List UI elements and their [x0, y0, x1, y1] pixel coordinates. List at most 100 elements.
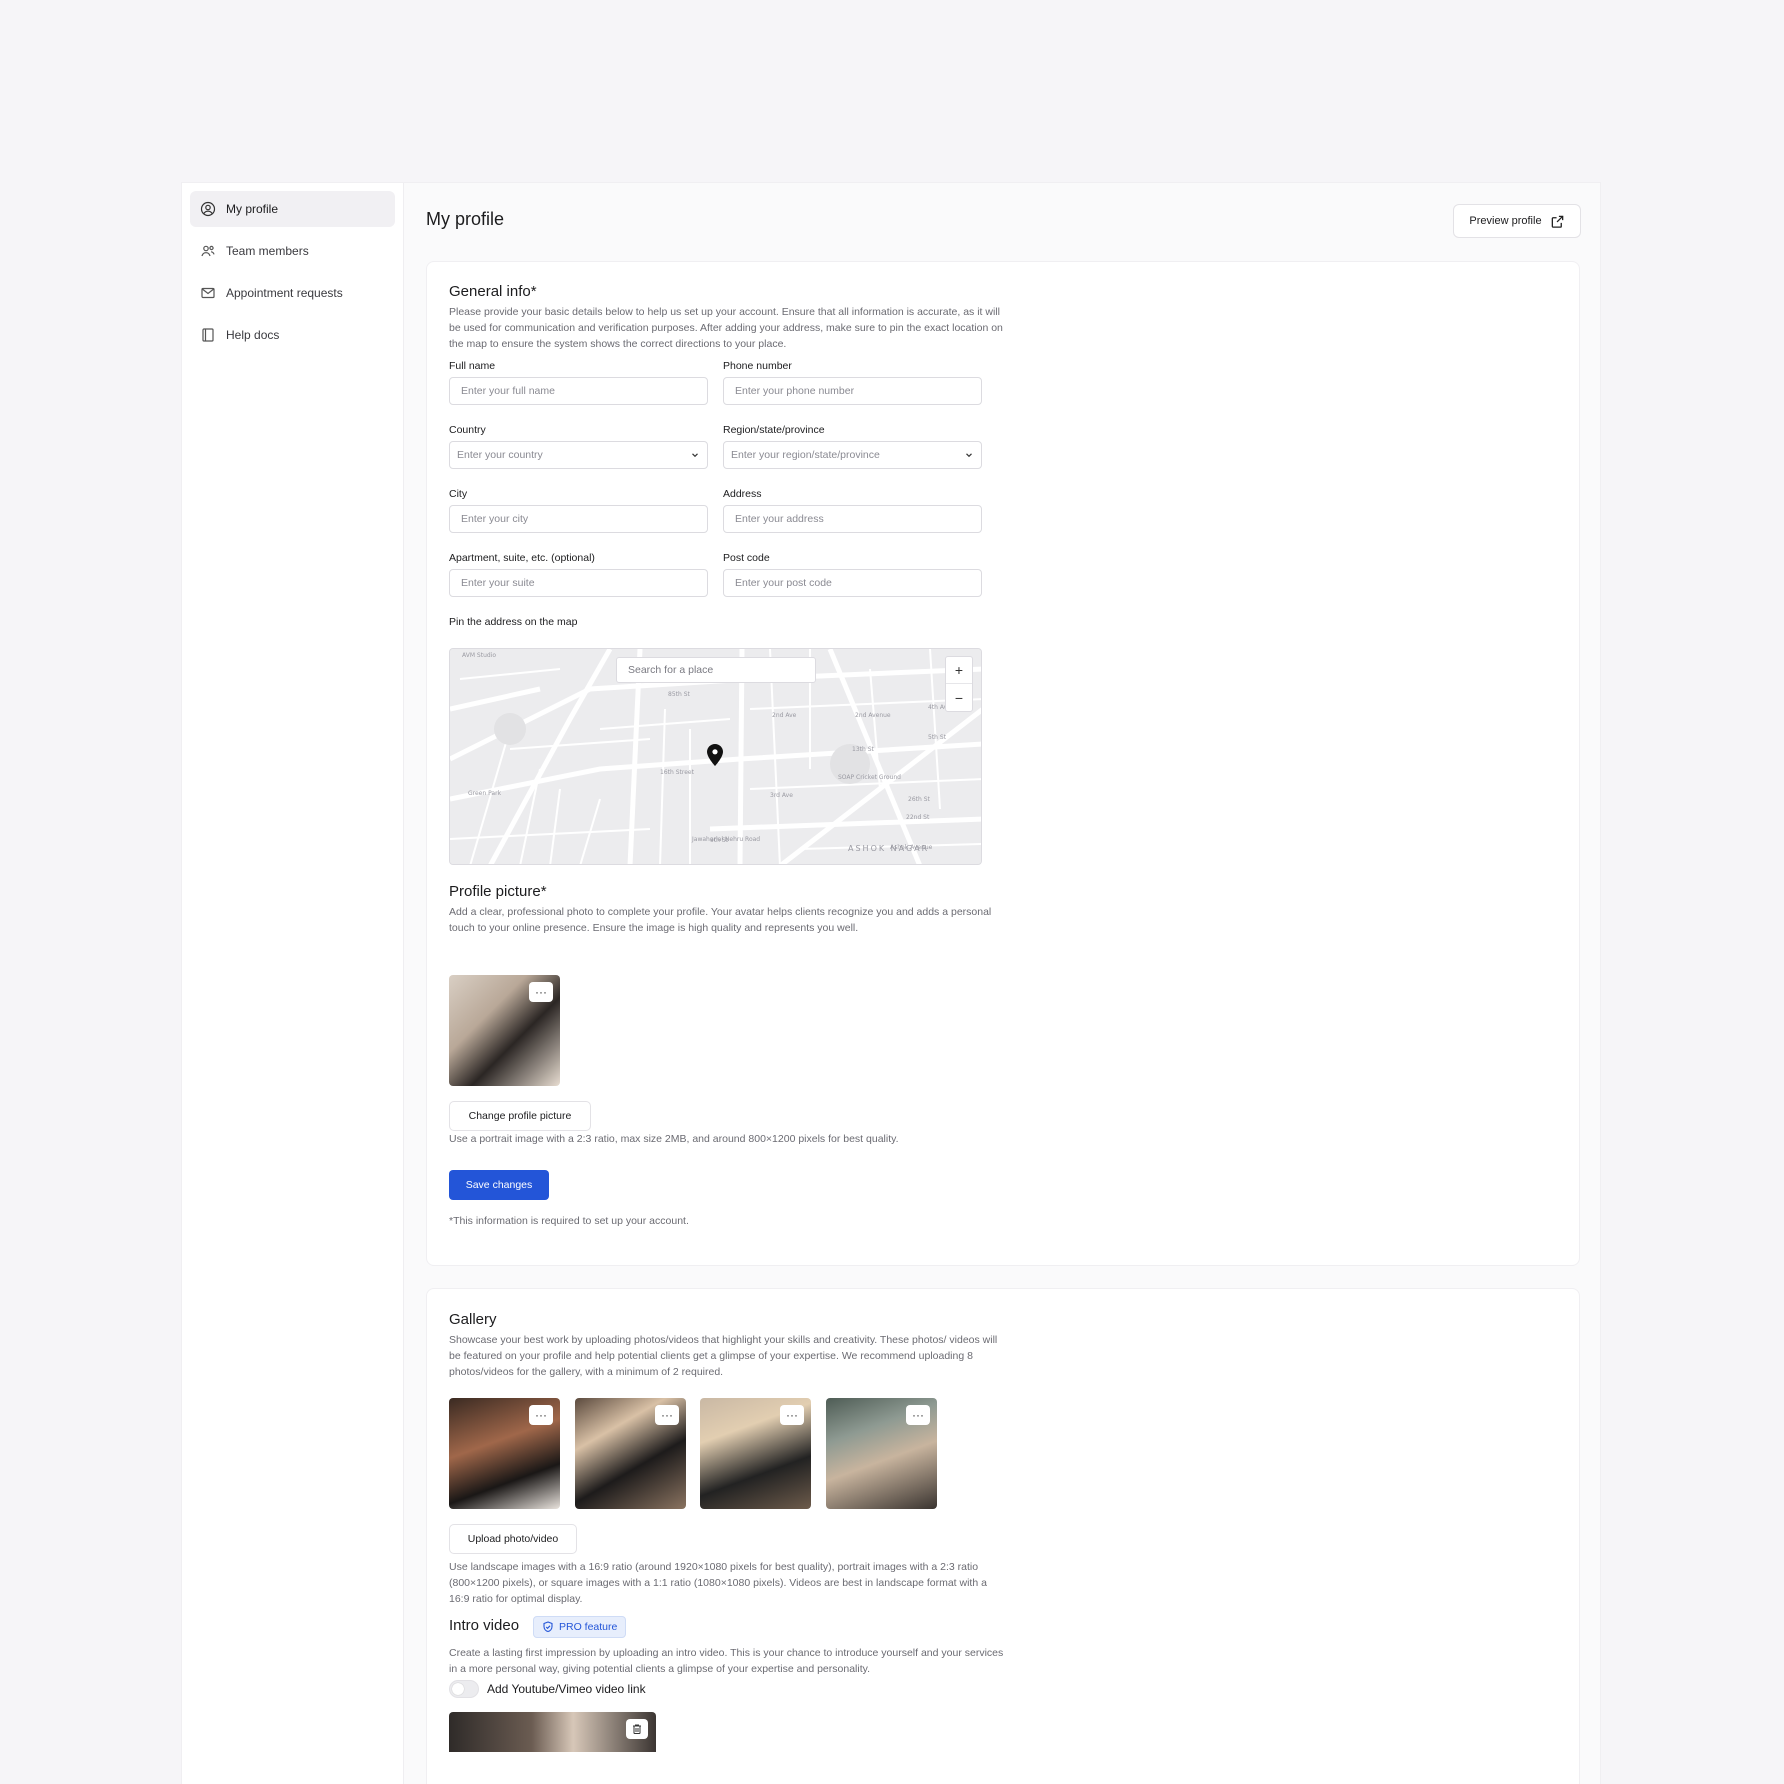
- country-select[interactable]: Enter your country: [449, 441, 708, 469]
- users-icon: [200, 243, 216, 259]
- zoom-in-button[interactable]: +: [946, 657, 972, 684]
- map-label-0: AVM Studio: [462, 652, 496, 659]
- gallery-item[interactable]: ···: [700, 1398, 811, 1509]
- required-note: *This information is required to set up …: [449, 1215, 689, 1227]
- map[interactable]: AVM Studio 85th St 2nd Ave 2nd Avenue 13…: [449, 648, 982, 865]
- more-options-button[interactable]: ···: [906, 1405, 930, 1425]
- address-label: Address: [723, 488, 762, 500]
- map-label-9: 22nd St: [906, 814, 930, 821]
- suite-label: Apartment, suite, etc. (optional): [449, 552, 595, 564]
- pro-feature-label: PRO feature: [559, 1621, 618, 1633]
- phone-number-placeholder: Enter your phone number: [735, 385, 855, 397]
- map-label-5: 16th Street: [660, 769, 695, 776]
- map-label-1: 85th St: [668, 691, 691, 698]
- main-content: My profile Preview profile General info*…: [404, 183, 1600, 1784]
- more-options-button[interactable]: ···: [529, 982, 553, 1002]
- sidebar-item-label: Help docs: [226, 328, 280, 342]
- map-label-15: 5th St: [928, 734, 947, 741]
- sidebar-item-team-members[interactable]: Team members: [190, 233, 395, 269]
- phone-number-label: Phone number: [723, 360, 792, 372]
- suite-placeholder: Enter your suite: [461, 577, 535, 589]
- country-placeholder: Enter your country: [457, 449, 543, 461]
- gallery-hint: Use landscape images with a 16:9 ratio (…: [449, 1561, 987, 1605]
- city-label: City: [449, 488, 468, 500]
- page-title: My profile: [426, 209, 505, 229]
- map-label-6: 3rd Ave: [770, 792, 793, 799]
- full-name-label: Full name: [449, 360, 496, 372]
- post-code-placeholder: Enter your post code: [735, 577, 832, 589]
- country-label: Country: [449, 424, 486, 436]
- gallery-card: Gallery Showcase your best work by uploa…: [426, 1288, 1580, 1784]
- map-pin-icon[interactable]: [707, 744, 723, 766]
- gallery-item[interactable]: ···: [826, 1398, 937, 1509]
- sidebar: My profile Team members Appointment requ…: [182, 183, 404, 1784]
- gallery-title: Gallery: [449, 1311, 497, 1328]
- address-placeholder: Enter your address: [735, 513, 824, 525]
- map-label-3: 2nd Avenue: [855, 712, 891, 719]
- general-info-card: General info* Please provide your basic …: [426, 261, 1580, 1266]
- preview-profile-label: Preview profile: [1469, 215, 1542, 227]
- chevron-down-icon: [966, 453, 972, 458]
- map-label-8: 26th St: [908, 796, 931, 803]
- more-options-button[interactable]: ···: [529, 1405, 553, 1425]
- map-label-7: SOAP Cricket Ground: [838, 774, 901, 781]
- address-input[interactable]: Enter your address: [723, 505, 982, 533]
- region-placeholder: Enter your region/state/province: [731, 449, 880, 461]
- profile-picture-description: Add a clear, professional photo to compl…: [449, 906, 992, 934]
- sidebar-item-appointment-requests[interactable]: Appointment requests: [190, 275, 395, 311]
- delete-video-button[interactable]: [626, 1719, 648, 1739]
- region-label: Region/state/province: [723, 424, 825, 436]
- zoom-out-button[interactable]: −: [946, 684, 972, 711]
- map-label-16: 9th St: [710, 837, 729, 844]
- intro-video-description: Create a lasting first impression by upl…: [449, 1647, 1004, 1675]
- map-label-2: 2nd Ave: [772, 712, 797, 719]
- intro-video-thumbnail[interactable]: [449, 1712, 656, 1752]
- city-input[interactable]: Enter your city: [449, 505, 708, 533]
- profile-picture-title: Profile picture*: [449, 883, 547, 900]
- general-info-description: Please provide your basic details below …: [449, 306, 1003, 350]
- map-label-13: Ashok Avenue: [890, 844, 933, 851]
- city-placeholder: Enter your city: [461, 513, 529, 525]
- preview-profile-button[interactable]: Preview profile: [1453, 204, 1581, 238]
- profile-picture-hint: Use a portrait image with a 2:3 ratio, m…: [449, 1133, 899, 1145]
- intro-video-title: Intro video: [449, 1617, 520, 1634]
- sidebar-item-label: My profile: [226, 202, 279, 216]
- book-icon: [200, 327, 216, 343]
- gallery-description: Showcase your best work by uploading pho…: [449, 1334, 998, 1378]
- suite-input[interactable]: Enter your suite: [449, 569, 708, 597]
- map-label: Pin the address on the map: [449, 616, 578, 628]
- more-options-button[interactable]: ···: [655, 1405, 679, 1425]
- app-window: My profile Team members Appointment requ…: [181, 182, 1601, 1784]
- gallery-item[interactable]: ···: [575, 1398, 686, 1509]
- general-info-title: General info*: [449, 283, 537, 300]
- change-profile-picture-button[interactable]: Change profile picture: [449, 1101, 591, 1131]
- post-code-label: Post code: [723, 552, 770, 564]
- video-link-toggle-row: Add Youtube/Vimeo video link: [449, 1680, 646, 1698]
- phone-number-input[interactable]: Enter your phone number: [723, 377, 982, 405]
- region-select[interactable]: Enter your region/state/province: [723, 441, 982, 469]
- map-search-placeholder: Search for a place: [628, 664, 714, 676]
- sidebar-item-my-profile[interactable]: My profile: [190, 191, 395, 227]
- upload-photo-video-button[interactable]: Upload photo/video: [449, 1524, 577, 1554]
- trash-icon: [633, 1724, 641, 1734]
- video-link-toggle[interactable]: [449, 1680, 479, 1698]
- profile-picture: ···: [449, 975, 560, 1086]
- more-options-button[interactable]: ···: [780, 1405, 804, 1425]
- map-label-4: 13th St: [852, 746, 875, 753]
- user-circle-icon: [200, 201, 216, 217]
- map-zoom-control: + −: [945, 656, 973, 712]
- save-changes-button[interactable]: Save changes: [449, 1170, 549, 1200]
- full-name-input[interactable]: Enter your full name: [449, 377, 708, 405]
- shield-check-icon: [543, 1621, 553, 1633]
- gallery-item[interactable]: ···: [449, 1398, 560, 1509]
- mail-icon: [200, 285, 216, 301]
- post-code-input[interactable]: Enter your post code: [723, 569, 982, 597]
- map-label-10: Green Park: [468, 790, 502, 797]
- full-name-placeholder: Enter your full name: [461, 385, 555, 397]
- external-link-icon: [1551, 215, 1563, 228]
- map-search-input[interactable]: Search for a place: [616, 657, 816, 683]
- sidebar-item-label: Appointment requests: [226, 286, 343, 300]
- chevron-down-icon: [692, 453, 698, 458]
- pro-feature-badge: PRO feature: [533, 1616, 627, 1638]
- sidebar-item-help-docs[interactable]: Help docs: [190, 317, 395, 353]
